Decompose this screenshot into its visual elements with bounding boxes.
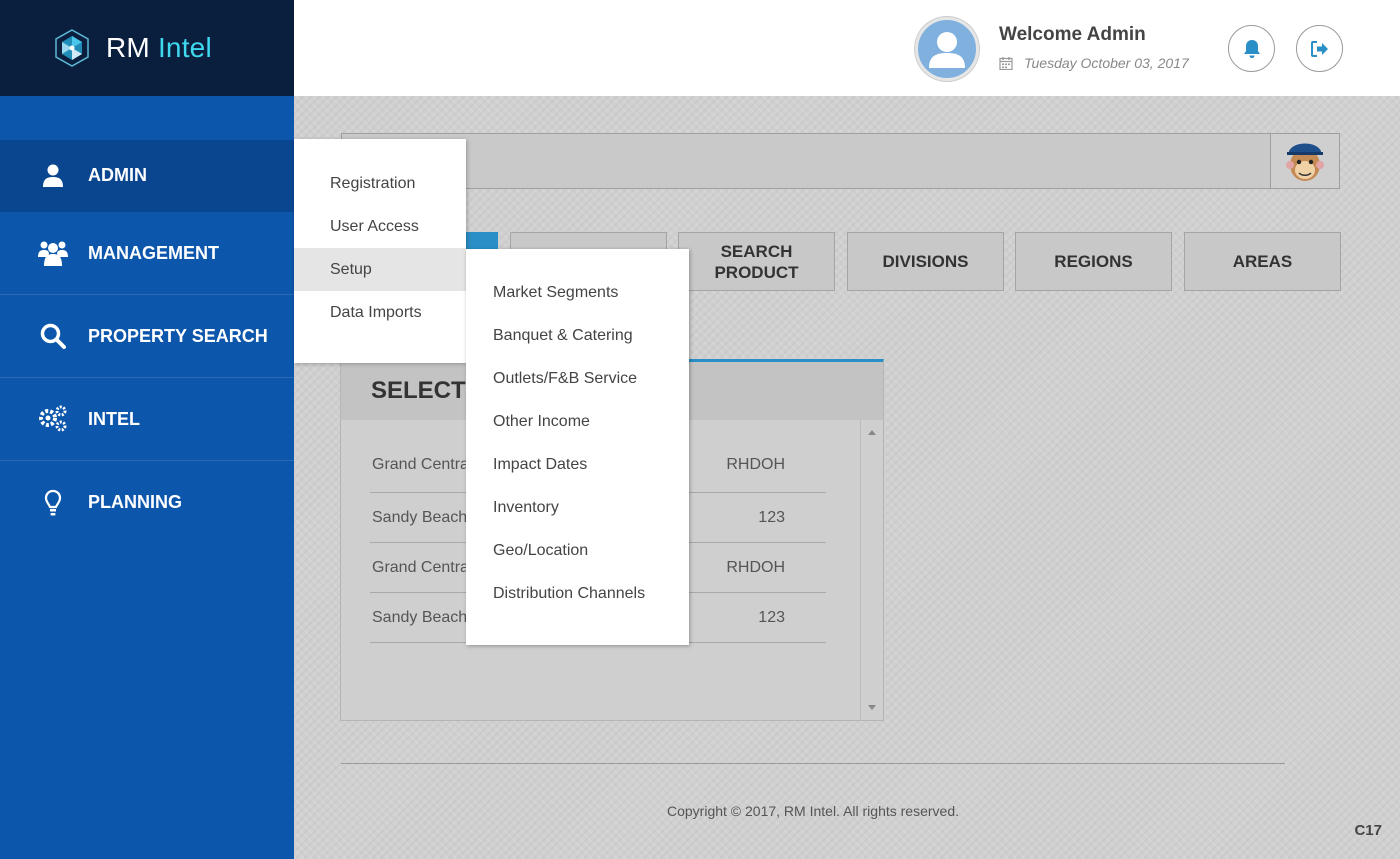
sidebar-item-property-search[interactable]: PROPERTY SEARCH bbox=[0, 295, 294, 378]
date-display: Tuesday October 03, 2017 bbox=[999, 55, 1189, 71]
sidebar: RM Intel ADMIN MANAGEMENT PROPERTY SEARC… bbox=[0, 0, 294, 859]
menu-item-distribution-channels[interactable]: Distribution Channels bbox=[466, 572, 689, 615]
tab-search-product[interactable]: SEARCH PRODUCT bbox=[678, 232, 835, 291]
menu-item-other-income[interactable]: Other Income bbox=[466, 400, 689, 443]
property-name: Sandy Beach bbox=[372, 608, 468, 626]
footer-divider bbox=[341, 763, 1285, 764]
property-code: 123 bbox=[758, 508, 785, 526]
search-icon bbox=[38, 321, 68, 351]
menu-item-user-access[interactable]: User Access bbox=[294, 205, 466, 248]
logout-button[interactable] bbox=[1296, 25, 1343, 72]
setup-submenu: Market Segments Banquet & Catering Outle… bbox=[466, 249, 689, 645]
sidebar-item-admin[interactable]: ADMIN bbox=[0, 140, 294, 212]
date-text: Tuesday October 03, 2017 bbox=[1024, 55, 1189, 71]
menu-item-registration[interactable]: Registration bbox=[294, 162, 466, 205]
menu-item-inventory[interactable]: Inventory bbox=[466, 486, 689, 529]
brand-name: RM Intel bbox=[106, 32, 212, 63]
tab-label: DIVISIONS bbox=[882, 252, 969, 271]
menu-item-banquet-catering[interactable]: Banquet & Catering bbox=[466, 314, 689, 357]
sidebar-item-label: MANAGEMENT bbox=[88, 242, 219, 263]
menu-item-data-imports[interactable]: Data Imports bbox=[294, 291, 466, 334]
sidebar-item-intel[interactable]: INTEL bbox=[0, 378, 294, 461]
bell-icon bbox=[1243, 39, 1260, 58]
property-name: Sandy Beach bbox=[372, 508, 468, 526]
welcome-text: Welcome Admin bbox=[999, 24, 1146, 45]
scrollbar[interactable] bbox=[860, 420, 883, 721]
sidebar-item-label: ADMIN bbox=[88, 165, 147, 185]
scroll-down-arrow-icon[interactable] bbox=[868, 705, 876, 710]
menu-item-market-segments[interactable]: Market Segments bbox=[466, 271, 689, 314]
copyright-text: Copyright © 2017, RM Intel. All rights r… bbox=[667, 803, 959, 819]
avatar[interactable] bbox=[915, 17, 979, 81]
sidebar-item-planning[interactable]: PLANNING bbox=[0, 461, 294, 544]
users-icon bbox=[38, 238, 68, 268]
property-code: RHDOH bbox=[726, 558, 785, 576]
property-code: RHDOH bbox=[726, 456, 785, 473]
menu-item-impact-dates[interactable]: Impact Dates bbox=[466, 443, 689, 486]
notifications-button[interactable] bbox=[1228, 25, 1275, 72]
admin-dropdown-menu: Registration User Access Setup Data Impo… bbox=[294, 139, 466, 363]
tab-label: AREAS bbox=[1232, 252, 1293, 271]
search-bar[interactable] bbox=[341, 133, 1340, 189]
sign-out-icon bbox=[1310, 40, 1328, 57]
calendar-icon bbox=[999, 57, 1013, 70]
tab-label: SEARCH PRODUCT bbox=[714, 241, 799, 282]
user-avatar-icon bbox=[929, 32, 965, 68]
property-name: Grand Centra bbox=[372, 558, 469, 576]
menu-item-setup[interactable]: Setup bbox=[294, 248, 466, 291]
sidebar-nav: ADMIN MANAGEMENT PROPERTY SEARCH INTEL P… bbox=[0, 140, 294, 544]
top-header: Welcome Admin Tuesday October 03, 2017 bbox=[294, 0, 1400, 96]
sidebar-item-label: INTEL bbox=[88, 408, 140, 429]
menu-item-outlets-fb-service[interactable]: Outlets/F&B Service bbox=[466, 357, 689, 400]
tab-divisions[interactable]: DIVISIONS bbox=[847, 232, 1004, 291]
mailchimp-button[interactable] bbox=[1270, 134, 1339, 188]
scroll-up-arrow-icon[interactable] bbox=[868, 430, 876, 435]
property-code: 123 bbox=[758, 608, 785, 626]
tab-regions[interactable]: REGIONS bbox=[1015, 232, 1172, 291]
tab-areas[interactable]: AREAS bbox=[1184, 232, 1341, 291]
lightbulb-icon bbox=[38, 488, 68, 518]
sidebar-item-label: PLANNING bbox=[88, 492, 182, 512]
menu-item-geo-location[interactable]: Geo/Location bbox=[466, 529, 689, 572]
sidebar-item-label: PROPERTY SEARCH bbox=[88, 325, 268, 346]
tab-label: REGIONS bbox=[1054, 252, 1133, 271]
logo[interactable]: RM Intel bbox=[0, 0, 294, 96]
property-name: Grand Centra bbox=[372, 456, 469, 473]
user-icon bbox=[38, 161, 68, 191]
logo-icon bbox=[55, 29, 89, 67]
gears-icon bbox=[38, 404, 68, 434]
version-label: C17 bbox=[1354, 822, 1382, 839]
mailchimp-icon bbox=[1286, 143, 1324, 181]
sidebar-item-management[interactable]: MANAGEMENT bbox=[0, 212, 294, 295]
